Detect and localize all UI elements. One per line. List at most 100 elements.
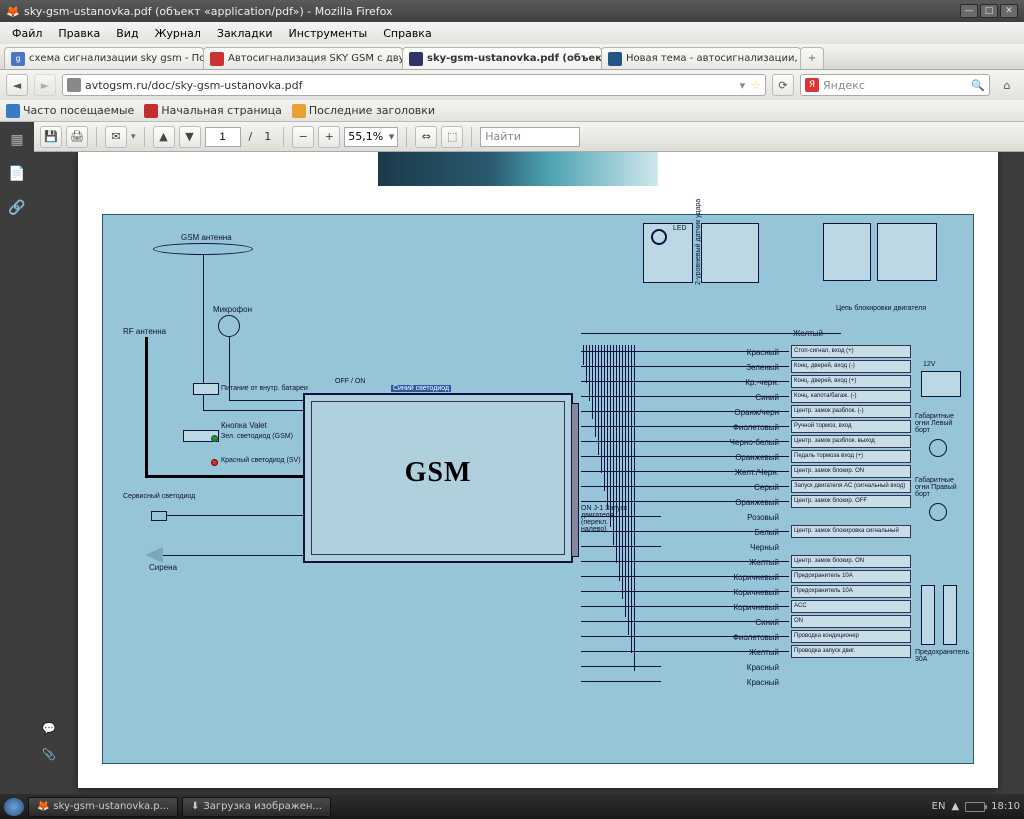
menu-file[interactable]: Файл — [6, 25, 48, 42]
relay-wiring-box — [877, 223, 937, 281]
page-input[interactable] — [205, 127, 241, 147]
blue-led-label: Синий светодиод — [391, 385, 451, 392]
battery-12v — [921, 371, 961, 397]
fit-width-button[interactable]: ⇔ — [415, 126, 437, 148]
reload-button[interactable]: ⟳ — [772, 74, 794, 96]
tab-new[interactable]: + — [800, 47, 824, 69]
menu-help[interactable]: Справка — [377, 25, 437, 42]
pdf-viewport[interactable]: GSM антенна RF антенна Микрофон — [34, 152, 1024, 794]
menu-edit[interactable]: Правка — [52, 25, 106, 42]
bookmark-star-icon[interactable]: ☆ — [751, 79, 761, 92]
menu-tools[interactable]: Инструменты — [283, 25, 374, 42]
page-banner — [378, 152, 658, 186]
favicon-pdf — [409, 52, 423, 66]
gsm-antenna-shape — [153, 243, 253, 255]
save-button[interactable]: 💾 — [40, 126, 62, 148]
wire-color-19: Фиолетовый — [663, 630, 783, 645]
menu-view[interactable]: Вид — [110, 25, 144, 42]
attachment-icon[interactable]: 📎 — [42, 748, 60, 764]
zoom-out-button[interactable]: − — [292, 126, 314, 148]
bookmark-2-icon — [292, 104, 306, 118]
tabstrip: gсхема сигнализации sky gsm - Поиск в ..… — [0, 44, 1024, 70]
forward-button[interactable]: ► — [34, 74, 56, 96]
tab-0[interactable]: gсхема сигнализации sky gsm - Поиск в ..… — [4, 47, 204, 69]
mail-button[interactable]: ✉ — [105, 126, 127, 148]
page-up-button[interactable]: ▲ — [153, 126, 175, 148]
bookmark-bar: Часто посещаемые Начальная страница Посл… — [0, 100, 1024, 122]
outline-icon[interactable]: 📄 — [7, 164, 27, 184]
wire-desc-19: Проводка кондиционер — [791, 630, 911, 643]
wire-desc-20: Проводка запуск двиг. — [791, 645, 911, 658]
bookmark-2-label: Последние заголовки — [309, 104, 435, 117]
back-button[interactable]: ◄ — [6, 74, 28, 96]
wire-color-14: Желтый — [663, 555, 783, 570]
close-button[interactable]: ✕ — [1000, 4, 1018, 18]
tab-2[interactable]: sky-gsm-ustanovka.pdf (объект «applic...… — [402, 47, 602, 69]
tray-icon[interactable]: ▲ — [951, 801, 959, 812]
zoom-select[interactable]: 55,1%▾ — [344, 127, 398, 147]
task-1[interactable]: ⬇Загрузка изображен... — [182, 797, 331, 817]
home-button[interactable]: ⌂ — [996, 74, 1018, 96]
page-total: 1 — [260, 130, 275, 143]
search-placeholder: Яндекс — [823, 79, 865, 92]
wire-desc-2: Конц. дверей, вход (+) — [791, 375, 911, 388]
wire-desc-10: Центр. замок блокир. OFF — [791, 495, 911, 508]
bookmark-2[interactable]: Последние заголовки — [292, 104, 435, 118]
zoom-in-button[interactable]: + — [318, 126, 340, 148]
wire-color-1: Зеленый — [663, 360, 783, 375]
microphone-label: Микрофон — [213, 305, 252, 314]
fit-page-button[interactable]: ⬚ — [441, 126, 463, 148]
clock[interactable]: 18:10 — [991, 801, 1020, 812]
tab-3[interactable]: Новая тема - автосигнализации, иммоб...× — [601, 47, 801, 69]
page-down-button[interactable]: ▼ — [179, 126, 201, 148]
task-0[interactable]: 🦊sky-gsm-ustanovka.p... — [28, 797, 178, 817]
tab-1[interactable]: Автосигнализация SKY GSM с двусторо...× — [203, 47, 403, 69]
wire-desc-8: Центр. замок блокир. ON — [791, 465, 911, 478]
wire-desc-14: Центр. замок блокир. ON — [791, 555, 911, 568]
connector-strip — [571, 403, 579, 557]
camera-lens-icon — [651, 229, 667, 245]
battery-icon[interactable] — [965, 802, 985, 812]
print-button[interactable]: 🖨 — [66, 126, 88, 148]
url-dropdown[interactable]: ▾ — [740, 79, 746, 92]
wire-color-20: Желтый — [663, 645, 783, 660]
thumbnail-icon[interactable]: ▦ — [7, 130, 27, 150]
maximize-button[interactable]: □ — [980, 4, 998, 18]
siren-label: Сирена — [149, 563, 177, 572]
wire-color-12: Белый — [663, 525, 783, 540]
green-led-label: Зел. светодиод (GSM) — [221, 433, 293, 440]
menu-bookmarks[interactable]: Закладки — [211, 25, 279, 42]
attachments-icon[interactable]: 🔗 — [7, 198, 27, 218]
wire-color-7: Оранжевый — [663, 450, 783, 465]
microphone-shape — [218, 315, 240, 337]
url-bar[interactable]: avtogsm.ru/doc/sky-gsm-ustanovka.pdf ▾ ☆ — [62, 74, 766, 96]
menu-history[interactable]: Журнал — [149, 25, 207, 42]
service-led-label: Сервисный светодиод — [123, 493, 195, 500]
battery-box — [193, 383, 219, 395]
wire-color-11: Розовый — [663, 510, 783, 525]
wire-desc-0: Стоп-сигнал, вход (+) — [791, 345, 911, 358]
minimize-button[interactable]: — — [960, 4, 978, 18]
bookmark-0-label: Часто посещаемые — [23, 104, 134, 117]
lang-indicator[interactable]: EN — [932, 801, 946, 812]
yandex-icon: Я — [805, 78, 819, 92]
search-go-icon[interactable]: 🔍 — [971, 79, 985, 92]
wire-desc-5: Ручной тормоз, вход — [791, 420, 911, 433]
wire-color-4: Оранж/черн — [663, 405, 783, 420]
taskbar: 🦊sky-gsm-ustanovka.p... ⬇Загрузка изобра… — [0, 794, 1024, 819]
page-sep: / — [245, 130, 257, 143]
pdf-viewer: ▦ 📄 🔗 💾 🖨 ✉ ▾ ▲ ▼ / 1 − + 55,1%▾ ⇔ ⬚ Най… — [0, 122, 1024, 794]
search-box[interactable]: Я Яндекс 🔍 — [800, 74, 990, 96]
gsm-unit-title: GSM — [305, 457, 571, 489]
mail-dropdown[interactable]: ▾ — [131, 132, 136, 142]
comment-icon[interactable]: 💬 — [42, 722, 60, 738]
gsm-antenna-label: GSM антенна — [181, 233, 232, 242]
bookmark-0[interactable]: Часто посещаемые — [6, 104, 134, 118]
wire-color-21: Красный — [663, 660, 783, 675]
find-input[interactable]: Найти — [480, 127, 580, 147]
site-favicon — [67, 78, 81, 92]
bookmark-1[interactable]: Начальная страница — [144, 104, 282, 118]
wire-descriptions: Стоп-сигнал, вход (+) Конц. дверей, вход … — [791, 345, 911, 690]
start-button[interactable] — [4, 798, 24, 816]
wire-color-17: Коричневый — [663, 600, 783, 615]
